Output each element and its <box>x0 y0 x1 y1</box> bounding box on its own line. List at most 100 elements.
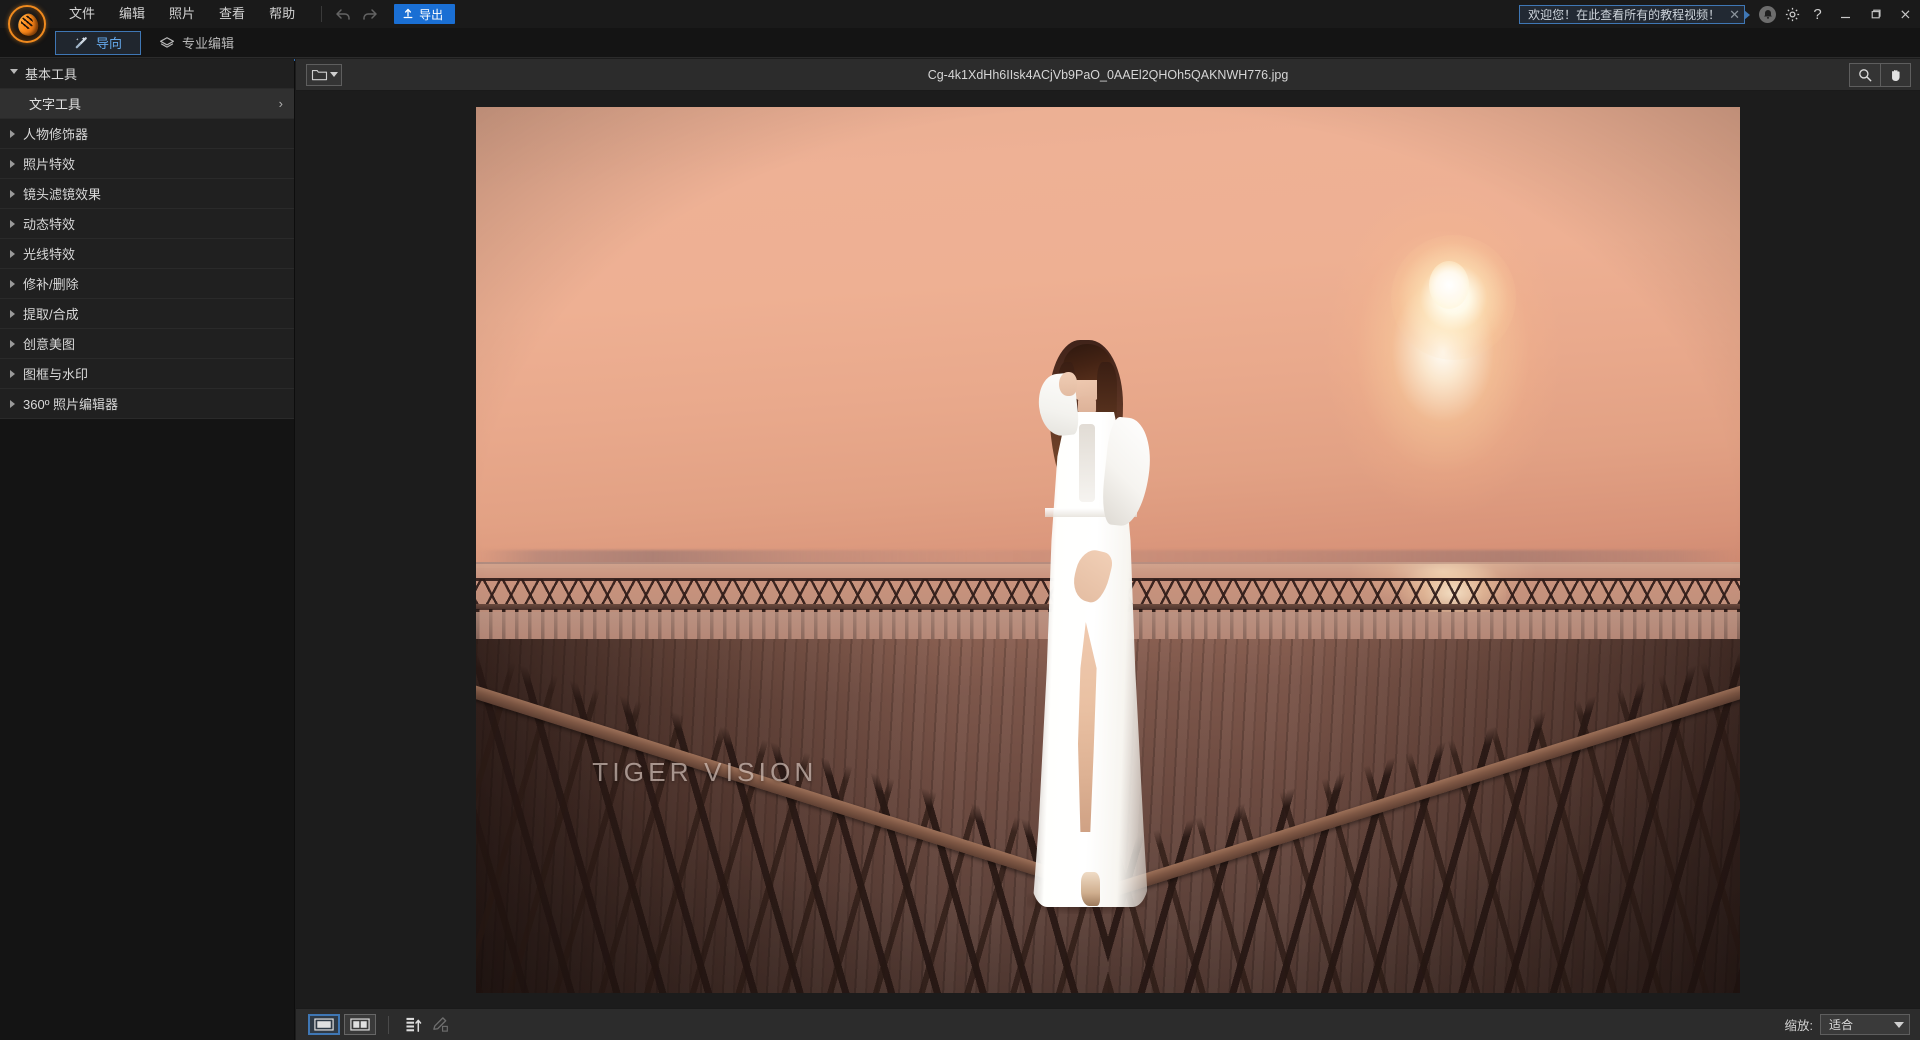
chevron-right-icon <box>10 339 15 348</box>
history-list-icon <box>405 1017 421 1032</box>
history-nav <box>332 4 380 24</box>
menu-photo[interactable]: 照片 <box>157 0 207 28</box>
sidebar-label: 动态特效 <box>23 217 76 232</box>
menu-edit[interactable]: 编辑 <box>107 0 157 28</box>
open-folder-button[interactable] <box>306 63 342 86</box>
status-bar: 缩放: 适合 <box>296 1008 1920 1040</box>
single-view-button[interactable] <box>308 1014 340 1035</box>
sidebar-item-frames-watermark[interactable]: 图框与水印 <box>0 359 294 389</box>
view-mode-toggle <box>308 1014 376 1035</box>
pan-tool-button[interactable] <box>1880 63 1910 86</box>
tab-professional-label: 专业编辑 <box>182 36 235 51</box>
photo-canvas[interactable]: TIGER VISION <box>476 107 1740 993</box>
chevron-right-icon <box>10 189 15 198</box>
menu-help[interactable]: 帮助 <box>257 0 307 28</box>
chevron-right-icon <box>10 369 15 378</box>
sidebar-item-portrait-retouch[interactable]: 人物修饰器 <box>0 119 294 149</box>
sidebar-item-lens-filter-effects[interactable]: 镜头滤镜效果 <box>0 179 294 209</box>
chevron-right-icon <box>10 279 15 288</box>
zoom-level-select[interactable]: 适合 <box>1820 1014 1910 1035</box>
status-divider <box>388 1015 389 1034</box>
photo-sun <box>1429 261 1470 310</box>
sidebar-item-photo-effects[interactable]: 照片特效 <box>0 149 294 179</box>
gear-icon <box>1785 7 1800 21</box>
sidebar-label: 镜头滤镜效果 <box>23 187 102 202</box>
sidebar-label: 图框与水印 <box>23 367 89 382</box>
photo-watermark: TIGER VISION <box>592 757 818 788</box>
sidebar-item-basic-tools[interactable]: 基本工具 <box>0 59 294 89</box>
settings-gear-button[interactable] <box>1780 0 1805 28</box>
sidebar-label: 修补/删除 <box>23 277 79 292</box>
menu-bar: 文件 编辑 照片 查看 帮助 导出 欢迎您！在此查看所有的教程视频！ ✕ ? <box>0 0 1920 43</box>
magic-wand-icon <box>75 36 87 49</box>
model-shoe <box>1081 872 1101 907</box>
minimize-icon <box>1840 16 1850 18</box>
app-window: 文件 编辑 照片 查看 帮助 导出 欢迎您！在此查看所有的教程视频！ ✕ ? 导… <box>0 0 1920 1040</box>
maximize-icon <box>1871 9 1881 18</box>
tab-guided[interactable]: 导向 <box>55 30 142 55</box>
sidebar-item-text-tool[interactable]: 文字工具 › <box>0 89 294 119</box>
undo-arrow-icon[interactable] <box>332 4 354 24</box>
tools-sidebar: 基本工具 文字工具 › 人物修饰器 照片特效 镜头滤镜效果 动态特效 光线特效 <box>0 59 295 1040</box>
tab-guided-label: 导向 <box>96 36 123 51</box>
split-view-icon <box>350 1018 370 1031</box>
chevron-right-icon: › <box>278 96 283 111</box>
titlebar-right-cluster: 欢迎您！在此查看所有的教程视频！ ✕ ? <box>1519 0 1920 28</box>
chevron-right-icon <box>10 309 15 318</box>
sidebar-item-light-effects[interactable]: 光线特效 <box>0 239 294 269</box>
folder-open-icon <box>311 69 327 80</box>
canvas-toolbar: Cg-4k1XdHh6IIsk4ACjVb9PaO_0AAEl2QHOh5QAK… <box>296 59 1920 91</box>
sidebar-item-repair-remove[interactable]: 修补/删除 <box>0 269 294 299</box>
notification-close-icon[interactable]: ✕ <box>1729 8 1740 21</box>
image-viewport[interactable]: TIGER VISION <box>296 92 1920 1008</box>
export-button[interactable]: 导出 <box>394 4 456 24</box>
flame-circle-logo-icon <box>8 5 46 43</box>
model-raised-hand <box>1059 372 1078 397</box>
maximize-button[interactable] <box>1860 0 1890 28</box>
app-logo <box>8 5 46 43</box>
zoom-tool-button[interactable] <box>1850 64 1880 86</box>
chevron-right-icon <box>10 219 15 228</box>
pencil-edit-icon <box>432 1017 448 1032</box>
sidebar-item-motion-effects[interactable]: 动态特效 <box>0 209 294 239</box>
sidebar-item-extract-composite[interactable]: 提取/合成 <box>0 299 294 329</box>
help-button[interactable]: ? <box>1805 0 1830 28</box>
sidebar-label: 360º 照片编辑器 <box>23 397 119 412</box>
zoom-label: 缩放: <box>1784 1019 1813 1033</box>
chevron-right-icon <box>10 159 15 168</box>
sidebar-item-360-photo-editor[interactable]: 360º 照片编辑器 <box>0 389 294 419</box>
sidebar-label: 创意美图 <box>23 337 76 352</box>
chevron-down-icon <box>1894 1021 1904 1028</box>
canvas-region: Cg-4k1XdHh6IIsk4ACjVb9PaO_0AAEl2QHOh5QAK… <box>296 59 1920 1040</box>
sidebar-label: 人物修饰器 <box>23 127 89 142</box>
single-view-icon <box>314 1018 334 1031</box>
canvas-view-tools <box>1849 62 1911 87</box>
history-list-button[interactable] <box>401 1013 427 1037</box>
sidebar-item-creative-edit[interactable]: 创意美图 <box>0 329 294 359</box>
railing-posts-right <box>1108 652 1740 993</box>
minimize-button[interactable] <box>1830 0 1860 28</box>
chevron-right-icon <box>10 249 15 258</box>
sidebar-label: 基本工具 <box>25 67 78 82</box>
notification-text: 欢迎您！在此查看所有的教程视频！ <box>1528 7 1721 22</box>
notification-pointer <box>1744 9 1750 20</box>
edit-adjust-button[interactable] <box>427 1013 453 1037</box>
tab-professional-edit[interactable]: 专业编辑 <box>141 31 252 55</box>
hand-icon <box>1891 69 1900 81</box>
upload-icon <box>403 8 413 19</box>
close-window-button[interactable] <box>1890 0 1920 28</box>
model-dress-bodice <box>1079 424 1096 503</box>
chevron-down-icon <box>10 69 18 78</box>
sidebar-empty-area <box>0 419 294 1040</box>
photo-railing-right <box>1108 568 1740 993</box>
sidebar-label: 提取/合成 <box>23 307 79 322</box>
notifications-bell-button[interactable] <box>1755 0 1780 28</box>
menu-view[interactable]: 查看 <box>207 0 257 28</box>
magnifier-icon <box>1859 68 1872 81</box>
notification-banner[interactable]: 欢迎您！在此查看所有的教程视频！ ✕ <box>1519 4 1750 24</box>
split-view-button[interactable] <box>344 1014 376 1035</box>
sidebar-label: 光线特效 <box>23 247 76 262</box>
redo-arrow-icon[interactable] <box>358 4 380 24</box>
chevron-right-icon <box>10 129 15 138</box>
menu-file[interactable]: 文件 <box>57 0 107 28</box>
